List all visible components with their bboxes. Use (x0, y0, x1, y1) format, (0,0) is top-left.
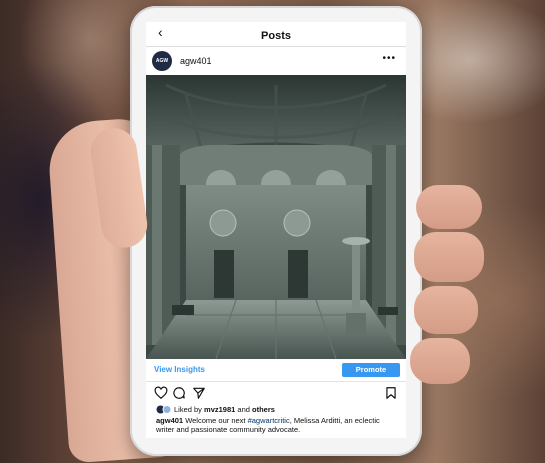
likes-others[interactable]: others (252, 405, 275, 414)
promote-button[interactable]: Promote (342, 363, 400, 377)
caption-username[interactable]: agw401 (156, 416, 183, 425)
post-actions (146, 382, 406, 404)
view-insights-link[interactable]: View Insights (154, 365, 205, 374)
comment-icon[interactable] (172, 386, 186, 400)
avatar[interactable]: AGW (152, 51, 172, 71)
hall-photo-illustration (146, 75, 406, 359)
finger (416, 185, 482, 229)
caption-text-before: Welcome our next (183, 416, 248, 425)
likes-text[interactable]: Liked by mvz1981 and others (174, 405, 275, 414)
caption-hashtag[interactable]: #agwartcritic (248, 416, 290, 425)
post-caption: agw401 Welcome our next #agwartcritic, M… (156, 416, 398, 434)
post-username[interactable]: agw401 (180, 56, 212, 66)
caption-block: agw401 Welcome our next #agwartcritic, M… (146, 416, 406, 438)
bookmark-icon[interactable] (384, 386, 398, 400)
more-horizontal-icon[interactable]: ••• (382, 53, 396, 64)
insights-bar: View Insights Promote (146, 359, 406, 382)
finger (410, 338, 470, 384)
post-header: AGW agw401 ••• (146, 47, 406, 75)
finger (414, 232, 484, 282)
heart-icon[interactable] (154, 386, 168, 400)
likes-user[interactable]: mvz1981 (204, 405, 235, 414)
top-nav: ‹ Posts (146, 22, 406, 47)
likes-middle: and (235, 405, 252, 414)
finger (414, 286, 478, 334)
post-photo[interactable] (146, 75, 406, 359)
liked-avatars-icon (156, 405, 172, 414)
likes-prefix: Liked by (174, 405, 205, 414)
page-title: Posts (261, 30, 291, 42)
share-icon[interactable] (192, 386, 206, 400)
likes-line: Liked by mvz1981 and others (146, 404, 406, 416)
phone-screen: ‹ Posts AGW agw401 ••• View Insights Pro… (146, 22, 406, 438)
